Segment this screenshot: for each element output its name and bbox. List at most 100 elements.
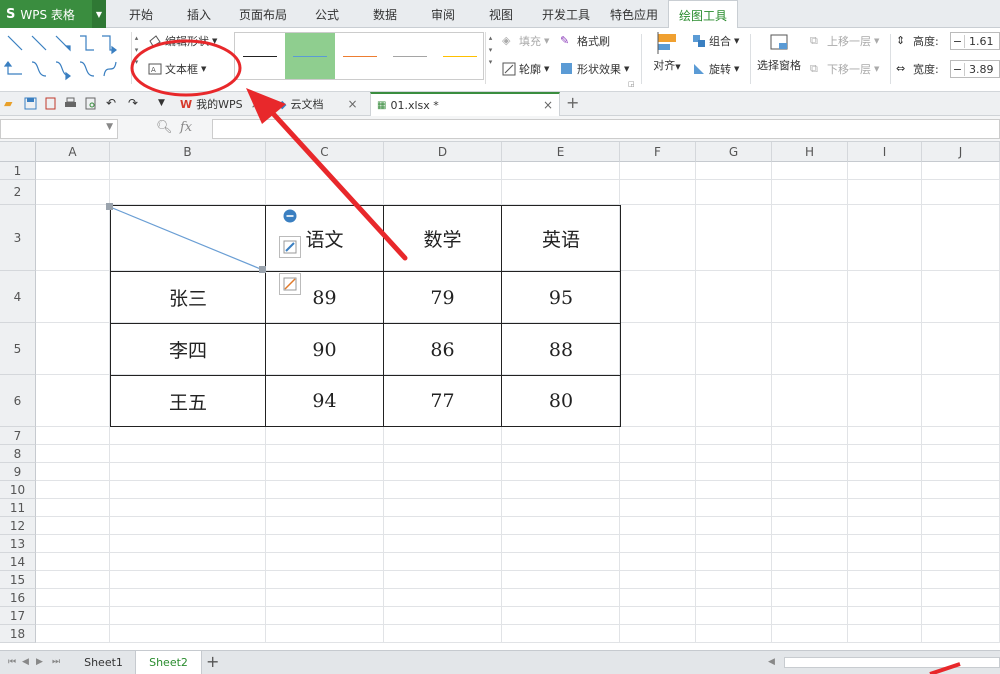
column-header[interactable]: I [848, 142, 922, 162]
line-style-black[interactable] [235, 33, 285, 79]
table-cell[interactable]: 95 [502, 272, 620, 324]
grid-cell[interactable] [922, 481, 1000, 499]
bring-forward-button[interactable]: ⧉ 上移一层 ▼ [810, 33, 879, 49]
add-sheet-plus-icon[interactable]: + [206, 652, 219, 671]
tab-page-layout[interactable]: 页面布局 [234, 0, 292, 28]
line-style-scroll[interactable]: ▴ ▾ ▾ [485, 32, 495, 84]
grid-cell[interactable] [696, 205, 772, 271]
grid-cell[interactable] [620, 481, 696, 499]
grid-cell[interactable] [620, 427, 696, 445]
rotate-button[interactable]: 旋转 ▼ [692, 61, 739, 77]
row-header[interactable]: 4 [0, 271, 36, 323]
grid-cell[interactable] [36, 375, 110, 427]
grid-cell[interactable] [266, 625, 384, 643]
grid-cell[interactable] [848, 571, 922, 589]
grid-cell[interactable] [772, 445, 848, 463]
grid-cell[interactable] [772, 375, 848, 427]
grid-cell[interactable] [922, 517, 1000, 535]
grid-cell[interactable] [696, 607, 772, 625]
horizontal-scrollbar[interactable] [784, 657, 1000, 668]
grid-cell[interactable] [922, 205, 1000, 271]
grid-cell[interactable] [36, 625, 110, 643]
select-all-corner[interactable] [0, 142, 36, 162]
grid-cell[interactable] [772, 625, 848, 643]
grid-cell[interactable] [502, 589, 620, 607]
grid-cell[interactable] [36, 323, 110, 375]
undo-icon[interactable]: ↶ [106, 97, 119, 110]
grid-cell[interactable] [36, 571, 110, 589]
grid-cell[interactable] [772, 205, 848, 271]
grid-cell[interactable] [266, 463, 384, 481]
grid-cell[interactable] [696, 162, 772, 180]
grid-cell[interactable] [772, 607, 848, 625]
tab-review[interactable]: 审阅 [420, 0, 466, 28]
doc-tab-my-wps[interactable]: W 我的WPS × [180, 92, 272, 116]
width-input[interactable]: − 3.89 [950, 60, 1000, 78]
grid-cell[interactable] [922, 180, 1000, 205]
grid-cell[interactable] [110, 162, 266, 180]
column-header[interactable]: D [384, 142, 502, 162]
outline-button[interactable]: 轮廓 ▼ [502, 61, 549, 77]
grid-cell[interactable] [384, 162, 502, 180]
grid-cell[interactable] [620, 517, 696, 535]
grid-cell[interactable] [110, 553, 266, 571]
grid-cell[interactable] [922, 162, 1000, 180]
grid-cell[interactable] [502, 499, 620, 517]
grid-cell[interactable] [502, 463, 620, 481]
grid-cell[interactable] [696, 180, 772, 205]
selection-pane-button[interactable]: 选择窗格 [754, 32, 804, 73]
grid-cell[interactable] [266, 607, 384, 625]
row-header[interactable]: 10 [0, 481, 36, 499]
grid-cell[interactable] [848, 271, 922, 323]
grid-cell[interactable] [620, 205, 696, 271]
grid-cell[interactable] [772, 427, 848, 445]
table-cell[interactable]: 86 [384, 324, 502, 376]
table-header-cell[interactable]: 数学 [384, 206, 502, 272]
column-header[interactable]: H [772, 142, 848, 162]
table-cell[interactable]: 90 [266, 324, 384, 376]
last-sheet-icon[interactable]: ⏭ [52, 657, 60, 667]
row-header[interactable]: 16 [0, 589, 36, 607]
line-style-blue[interactable] [285, 33, 335, 79]
grid-cell[interactable] [772, 517, 848, 535]
column-header[interactable]: B [110, 142, 266, 162]
grid-cell[interactable] [696, 535, 772, 553]
grid-cell[interactable] [266, 517, 384, 535]
grid-cell[interactable] [36, 535, 110, 553]
grid-cell[interactable] [110, 427, 266, 445]
grid-cell[interactable] [266, 481, 384, 499]
grid-cell[interactable] [696, 625, 772, 643]
grid-cell[interactable] [384, 607, 502, 625]
name-box[interactable]: ▼ [0, 119, 118, 139]
group-button[interactable]: 组合 ▼ [692, 33, 739, 49]
grid-cell[interactable] [922, 589, 1000, 607]
grid-cell[interactable] [848, 205, 922, 271]
grid-cell[interactable] [110, 481, 266, 499]
shape-effects-button[interactable]: 形状效果 ▼ [560, 61, 629, 77]
grid-cell[interactable] [696, 517, 772, 535]
row-header[interactable]: 8 [0, 445, 36, 463]
grid-cell[interactable] [696, 499, 772, 517]
tab-special[interactable]: 特色应用 [604, 0, 664, 28]
grid-cell[interactable] [922, 553, 1000, 571]
grid-cell[interactable] [36, 553, 110, 571]
edit-shape-button[interactable]: 编辑形状 ▼ [148, 33, 217, 49]
grid-cell[interactable] [696, 445, 772, 463]
grid-cell[interactable] [266, 162, 384, 180]
grid-cell[interactable] [772, 481, 848, 499]
open-folder-icon[interactable]: ▰ [4, 97, 17, 110]
grid-cell[interactable] [848, 607, 922, 625]
width-decrement-button[interactable]: − [951, 62, 965, 76]
grid-cell[interactable] [848, 323, 922, 375]
prev-sheet-icon[interactable]: ◀ [22, 657, 29, 667]
table-cell[interactable]: 李四 [111, 324, 266, 376]
grid-cell[interactable] [922, 445, 1000, 463]
table-cell[interactable]: 80 [502, 376, 620, 426]
row-header[interactable]: 3 [0, 205, 36, 271]
grid-cell[interactable] [848, 463, 922, 481]
grid-cell[interactable] [384, 427, 502, 445]
grid-cell[interactable] [266, 180, 384, 205]
grid-cell[interactable] [620, 607, 696, 625]
grid-cell[interactable] [848, 445, 922, 463]
save-icon[interactable] [24, 97, 37, 110]
